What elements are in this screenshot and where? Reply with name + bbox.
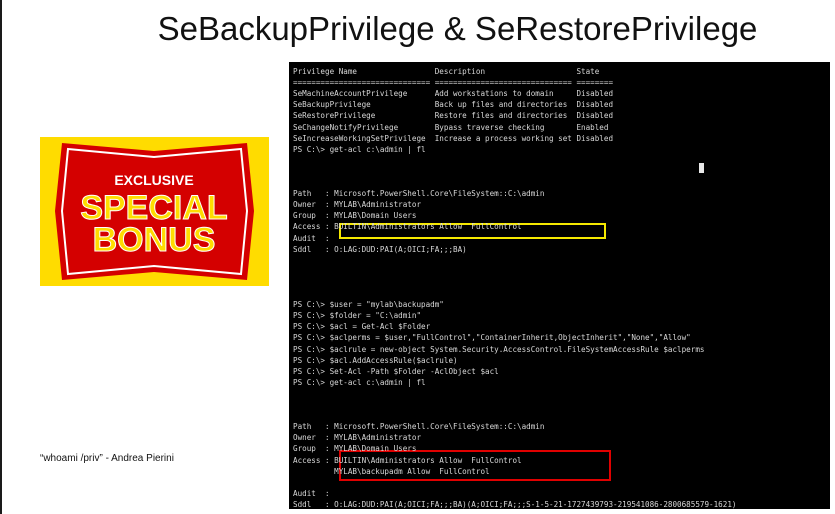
terminal-line: Group : MYLAB\Domain Users <box>293 444 417 454</box>
badge-line3: BONUS <box>93 221 216 259</box>
terminal-line: Sddl : O:LAG:DUD:PAI(A;OICI;FA;;;BA) <box>293 244 467 254</box>
terminal-line: Privilege Name Description State <box>293 67 600 76</box>
terminal-line: SeMachineAccountPrivilege Add workstatio… <box>293 89 614 99</box>
terminal-line: Owner : MYLAB\Administrator <box>293 433 422 443</box>
badge-line1: EXCLUSIVE <box>114 172 193 188</box>
terminal-line: PS C:\> $aclperms = $user,"FullControl",… <box>293 333 691 343</box>
terminal-line: PS C:\> $user = "mylab\backupadm" <box>293 300 444 310</box>
terminal-line: Owner : MYLAB\Administrator <box>293 200 422 210</box>
terminal-line: PS C:\> $acl.AddAccessRule($aclrule) <box>293 355 458 365</box>
terminal-line: ============================== =========… <box>293 78 614 88</box>
terminal-line: Access : BUILTIN\Administrators Allow Fu… <box>293 222 522 232</box>
terminal-line: Path : Microsoft.PowerShell.Core\FileSys… <box>293 422 545 432</box>
terminal-line: SeChangeNotifyPrivilege Bypass traverse … <box>293 122 609 132</box>
special-bonus-badge: EXCLUSIVE SPECIAL BONUS <box>40 137 269 286</box>
terminal-line: PS C:\> $acl = Get-Acl $Folder <box>293 322 431 332</box>
terminal-line: Audit : <box>293 233 330 243</box>
terminal-line: SeBackupPrivilege Back up files and dire… <box>293 100 614 110</box>
terminal-line: PS C:\> Set-Acl -Path $Folder -AclObject… <box>293 366 499 376</box>
terminal-line: PS C:\> get-acl c:\admin | fl <box>293 377 426 387</box>
terminal-line: Sddl : O:LAG:DUD:PAI(A;OICI;FA;;;BA)(A;O… <box>293 499 737 509</box>
terminal-line: SeIncreaseWorkingSetPrivilege Increase a… <box>293 133 614 143</box>
terminal-line: SeRestorePrivilege Restore files and dir… <box>293 111 614 121</box>
terminal-line: Group : MYLAB\Domain Users <box>293 211 417 221</box>
terminal-line: Path : Microsoft.PowerShell.Core\FileSys… <box>293 189 545 199</box>
special-bonus-graphic: EXCLUSIVE SPECIAL BONUS <box>55 143 254 280</box>
terminal-line: Access : BUILTIN\Administrators Allow Fu… <box>293 455 522 465</box>
terminal-line: MYLAB\backupadm Allow FullControl <box>293 466 490 476</box>
slide-title: SeBackupPrivilege & SeRestorePrivilege <box>157 10 758 47</box>
slide-border <box>0 0 2 514</box>
terminal-line: PS C:\> $folder = "C:\admin" <box>293 311 422 321</box>
text-cursor <box>699 163 704 173</box>
powershell-terminal-screenshot: Privilege Name Description State ========… <box>289 62 830 509</box>
terminal-line: PS C:\> $aclrule = new-object System.Sec… <box>293 344 705 354</box>
terminal-line: Audit : <box>293 488 330 498</box>
credit-caption: “whoami /priv” - Andrea Pierini <box>40 453 174 464</box>
terminal-line: PS C:\> get-acl c:\admin | fl <box>293 144 426 154</box>
